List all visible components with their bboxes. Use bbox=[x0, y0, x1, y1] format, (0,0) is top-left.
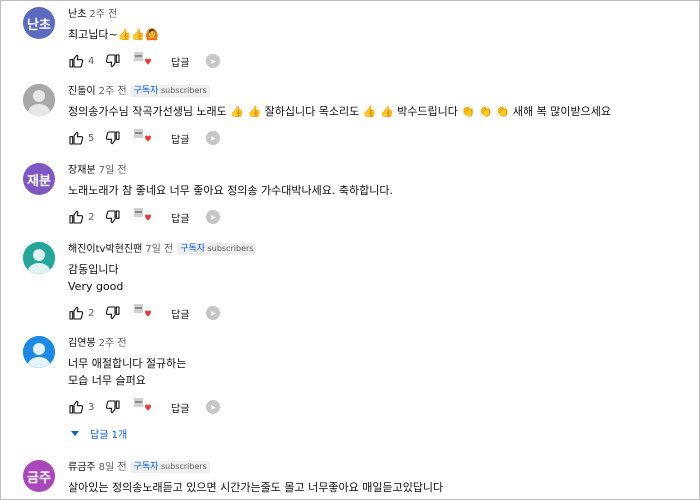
creator-heart-icon bbox=[134, 208, 151, 221]
comment-author[interactable]: 김연봉 bbox=[68, 338, 96, 349]
comment-time[interactable]: 7일 전 bbox=[145, 244, 173, 255]
creator-heart bbox=[134, 49, 152, 71]
default-avatar-icon bbox=[23, 242, 55, 274]
comment-time[interactable]: 2주 전 bbox=[89, 9, 117, 20]
thumbs-down-icon bbox=[105, 306, 120, 320]
comment-time[interactable]: 7일 전 bbox=[99, 165, 127, 176]
like-button[interactable] bbox=[68, 301, 84, 325]
creator-heart bbox=[134, 301, 152, 323]
thumbs-up-icon bbox=[69, 54, 84, 68]
thumbs-up-icon bbox=[69, 131, 84, 145]
comment-actions: 5 답글 ➤ bbox=[68, 126, 688, 150]
default-avatar-icon bbox=[23, 84, 55, 116]
dislike-button[interactable] bbox=[105, 126, 121, 150]
comment-text: 살아있는 정의송노래듣고 있으면 시간가는줄도 몰고 너무좋아요 매일듣고있답니… bbox=[68, 481, 444, 494]
comment-author[interactable]: 진돌이 bbox=[68, 86, 96, 97]
creator-heart bbox=[134, 205, 152, 227]
avatar[interactable] bbox=[23, 242, 55, 274]
comments-panel: 난초 난초 2주 전 최고닙다~👍👍🙆 4 답글 ➤ 진돌이 2주 전 구독자 … bbox=[0, 0, 700, 500]
comment-actions: 2 답글 ➤ bbox=[68, 301, 688, 325]
creator-heart bbox=[134, 395, 152, 417]
dislike-button[interactable] bbox=[105, 205, 121, 229]
comment-text: 감동입니다 Very good bbox=[68, 263, 124, 293]
chevron-down-icon bbox=[71, 430, 79, 436]
dislike-button[interactable] bbox=[105, 49, 121, 73]
thumbs-down-icon bbox=[105, 131, 120, 145]
share-button[interactable]: ➤ bbox=[206, 395, 220, 419]
avatar[interactable]: 금주 bbox=[23, 460, 55, 492]
reply-button[interactable]: 답글 bbox=[171, 301, 189, 325]
thumbs-down-icon bbox=[105, 210, 120, 224]
like-count: 2 bbox=[88, 307, 95, 319]
default-avatar-icon bbox=[23, 336, 55, 368]
creator-heart bbox=[134, 126, 152, 148]
avatar[interactable] bbox=[23, 84, 55, 116]
thumbs-down-icon bbox=[105, 400, 120, 414]
comment-author[interactable]: 난초 bbox=[68, 9, 86, 20]
share-icon: ➤ bbox=[206, 54, 220, 68]
thumbs-up-icon bbox=[69, 400, 84, 414]
comment-actions: 4 답글 ➤ bbox=[68, 49, 688, 73]
subscriber-badge: 구독자 subscribers bbox=[130, 461, 210, 473]
avatar[interactable] bbox=[23, 336, 55, 368]
share-button[interactable]: ➤ bbox=[206, 301, 220, 325]
creator-heart-icon bbox=[134, 398, 151, 411]
reply-button[interactable]: 답글 bbox=[171, 395, 189, 419]
dislike-button[interactable] bbox=[105, 301, 121, 325]
comment-time[interactable]: 2주 전 bbox=[99, 338, 127, 349]
share-button[interactable]: ➤ bbox=[206, 126, 220, 150]
share-button[interactable]: ➤ bbox=[206, 205, 220, 229]
comment-text: 너무 애절합니다 절규하는 모습 너무 슬퍼요 bbox=[68, 357, 187, 387]
comment-author[interactable]: 장재분 bbox=[68, 165, 96, 176]
subscriber-badge: 구독자 subscribers bbox=[177, 243, 257, 255]
share-icon: ➤ bbox=[206, 400, 220, 414]
like-count: 2 bbox=[88, 211, 95, 223]
share-icon: ➤ bbox=[206, 210, 220, 224]
creator-heart-icon bbox=[134, 304, 151, 317]
comment-time[interactable]: 8일 전 bbox=[99, 462, 127, 473]
reply-button[interactable]: 답글 bbox=[171, 205, 189, 229]
view-replies-button[interactable]: 답글 1개 bbox=[71, 425, 127, 441]
avatar[interactable]: 재분 bbox=[23, 163, 55, 195]
comment-time[interactable]: 2주 전 bbox=[99, 86, 127, 97]
thumbs-down-icon bbox=[105, 54, 120, 68]
replies-label: 답글 1개 bbox=[90, 429, 128, 441]
comment-author[interactable]: 해진이tv박현진팬 bbox=[68, 244, 142, 255]
thumbs-up-icon bbox=[69, 210, 84, 224]
like-button[interactable] bbox=[68, 205, 84, 229]
creator-heart-icon bbox=[134, 129, 151, 142]
creator-heart-icon bbox=[134, 52, 151, 65]
subscriber-badge: 구독자 subscribers bbox=[130, 85, 210, 97]
like-button[interactable] bbox=[68, 49, 84, 73]
share-icon: ➤ bbox=[206, 131, 220, 145]
dislike-button[interactable] bbox=[105, 395, 121, 419]
thumbs-up-icon bbox=[69, 306, 84, 320]
like-count: 3 bbox=[88, 401, 95, 413]
reply-button[interactable]: 답글 bbox=[171, 126, 189, 150]
comment-actions: 3 답글 ➤ bbox=[68, 395, 688, 419]
share-button[interactable]: ➤ bbox=[206, 49, 220, 73]
comment-text: 최고닙다~👍👍🙆 bbox=[68, 28, 159, 41]
like-count: 5 bbox=[88, 132, 95, 144]
comment-author[interactable]: 류금주 bbox=[68, 462, 96, 473]
reply-button[interactable]: 답글 bbox=[171, 49, 189, 73]
avatar[interactable]: 난초 bbox=[23, 7, 55, 39]
like-count: 4 bbox=[88, 55, 95, 67]
comment-text: 정의송가수님 작곡가선생님 노래도 👍 👍 잘하십니다 목소리도 👍 👍 박수드… bbox=[68, 105, 611, 118]
share-icon: ➤ bbox=[206, 306, 220, 320]
like-button[interactable] bbox=[68, 126, 84, 150]
comment-actions: 2 답글 ➤ bbox=[68, 205, 688, 229]
like-button[interactable] bbox=[68, 395, 84, 419]
comment-text: 노래노래가 참 좋네요 너무 좋아요 정의송 가수대박나세요. 축하합니다. bbox=[68, 184, 393, 197]
